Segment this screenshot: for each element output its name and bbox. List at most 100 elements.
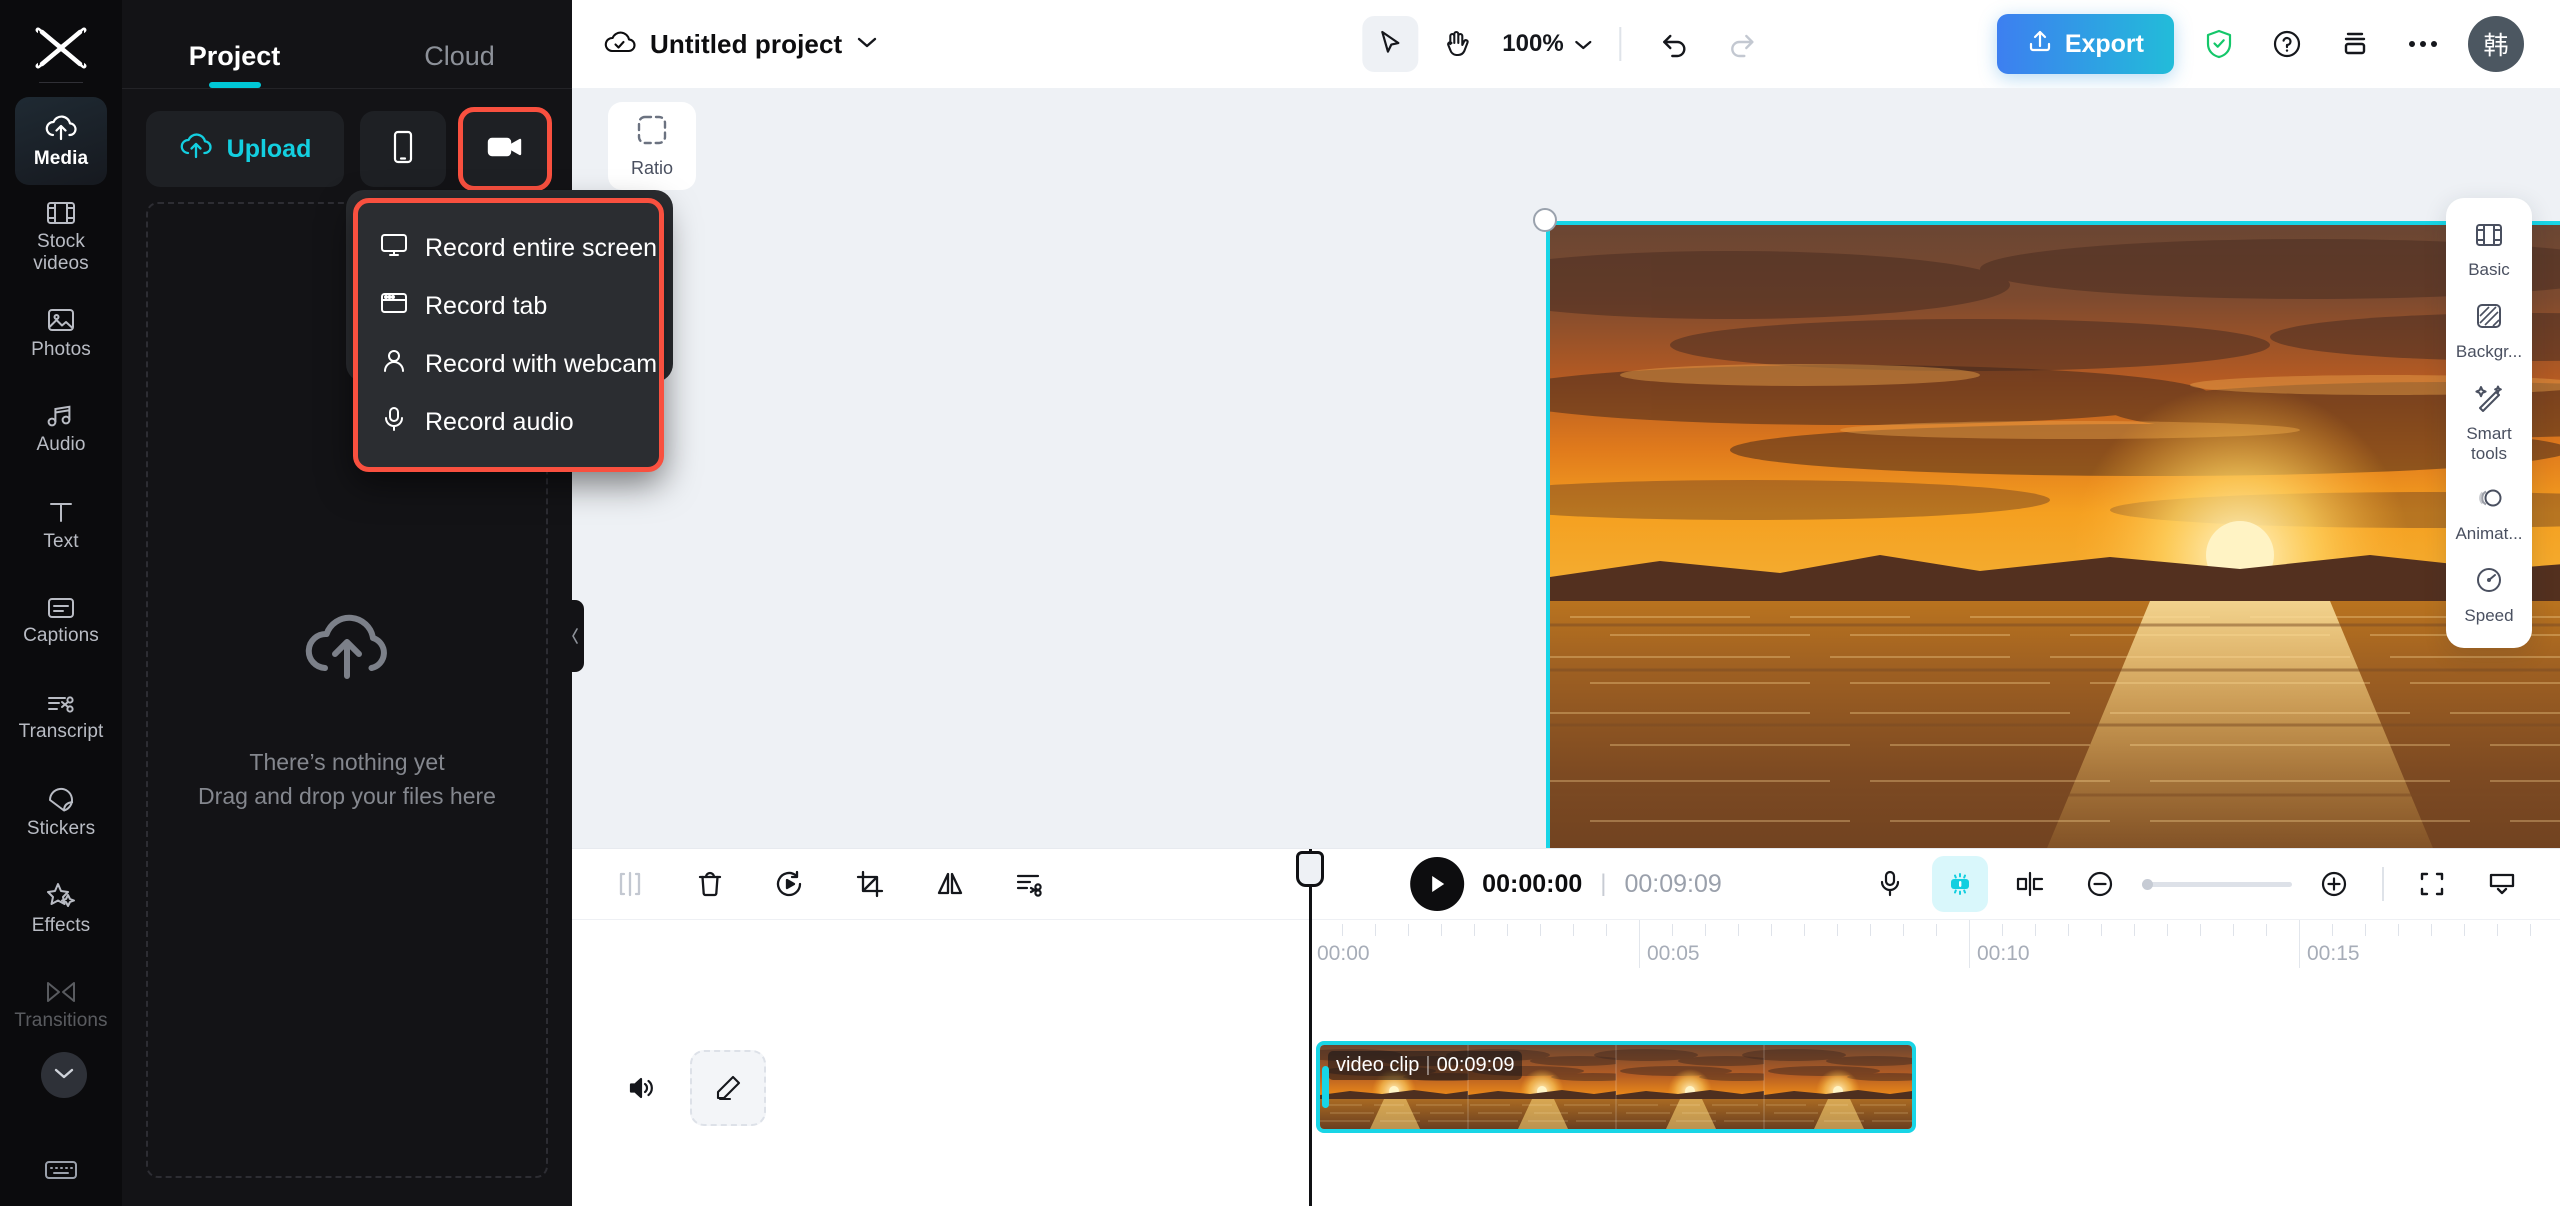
clip-trim-handle-left[interactable] xyxy=(1322,1066,1329,1108)
audio-beat-icon xyxy=(1951,873,1969,895)
expand-rail-button[interactable] xyxy=(41,1052,87,1098)
playhead-handle[interactable] xyxy=(1296,851,1324,887)
right-tool-smart-tools[interactable]: Smart tools xyxy=(2449,374,2529,472)
right-tool-label: Smart tools xyxy=(2466,424,2512,463)
redo-button[interactable] xyxy=(1714,16,1770,72)
sidebar-item-media[interactable]: Media xyxy=(15,97,107,185)
sidebar-item-transcript[interactable]: Transcript xyxy=(15,673,107,761)
dashed-square-icon xyxy=(635,113,669,152)
play-button[interactable] xyxy=(1410,857,1465,911)
right-tool-background[interactable]: Backgr... xyxy=(2449,292,2529,370)
dropzone-title: There’s nothing yet xyxy=(249,748,445,775)
plus-circle-icon xyxy=(2321,871,2347,897)
voiceover-button[interactable] xyxy=(1862,856,1918,912)
track-edit-button[interactable] xyxy=(690,1050,766,1126)
right-tool-speed[interactable]: Speed xyxy=(2449,556,2529,634)
timeline-clip[interactable]: video clip | 00:09:09 xyxy=(1316,1041,1916,1133)
snap-toggle-button[interactable] xyxy=(2002,856,2058,912)
mirror-button[interactable] xyxy=(922,856,978,912)
sidebar-item-stickers[interactable]: Stickers xyxy=(15,769,107,857)
zoom-out-button[interactable] xyxy=(2072,856,2128,912)
timeline-tools-left xyxy=(602,856,1058,912)
redo-icon xyxy=(1731,34,1754,58)
preview-canvas-area: Ratio Basic Backgr... Smart tools Animat… xyxy=(572,88,2560,951)
auto-cut-button[interactable] xyxy=(1002,856,1058,912)
shield-check-button[interactable] xyxy=(2196,21,2242,67)
avatar[interactable]: 韩 xyxy=(2468,16,2524,72)
ratio-button[interactable]: Ratio xyxy=(608,102,696,190)
sidebar-item-audio[interactable]: Audio xyxy=(15,385,107,473)
panel-collapse-handle[interactable] xyxy=(566,600,584,672)
person-icon xyxy=(380,348,408,381)
tab-project[interactable]: Project xyxy=(122,41,347,88)
right-tool-animation[interactable]: Animat... xyxy=(2449,476,2529,552)
menu-item-record-entire-screen[interactable]: Record entire screen xyxy=(358,219,659,277)
sidebar-item-captions[interactable]: Captions xyxy=(15,577,107,665)
sidebar-item-stock-videos[interactable]: Stock videos xyxy=(15,193,107,281)
animation-circles-icon xyxy=(2474,486,2504,517)
zoom-level-selector[interactable]: 100% xyxy=(1502,30,1593,58)
tab-cloud[interactable]: Cloud xyxy=(347,41,572,88)
right-tools-panel: Basic Backgr... Smart tools Animat... Sp… xyxy=(2446,198,2532,648)
right-tool-basic[interactable]: Basic xyxy=(2449,212,2529,288)
playhead[interactable] xyxy=(1296,849,1324,1206)
panel-tab-bar: Project Cloud xyxy=(122,0,572,88)
video-preview-stage[interactable] xyxy=(1533,208,2560,951)
timeline-ruler[interactable]: 00:00 00:05 00:10 00:15 00:20 00:25 xyxy=(572,919,2560,985)
text-t-icon xyxy=(46,498,76,526)
music-notes-icon xyxy=(46,403,76,429)
timeline-tracks: video clip | 00:09:09 xyxy=(572,985,2560,1206)
more-options-button[interactable] xyxy=(2400,21,2446,67)
zoom-slider[interactable] xyxy=(2142,878,2292,890)
preview-video-frame[interactable] xyxy=(1546,221,2560,893)
share-up-icon xyxy=(2027,28,2053,61)
project-title-group[interactable]: Untitled project xyxy=(602,27,878,62)
crop-button[interactable] xyxy=(842,856,898,912)
sidebar-item-text[interactable]: Text xyxy=(15,481,107,569)
top-bar: Untitled project 100% Export 韩 xyxy=(572,0,2560,88)
upload-button[interactable]: Upload xyxy=(146,111,344,187)
import-from-phone-button[interactable] xyxy=(360,111,446,187)
sidebar-item-photos[interactable]: Photos xyxy=(15,289,107,377)
export-button[interactable]: Export xyxy=(1996,14,2174,74)
sidebar-item-effects[interactable]: Effects xyxy=(15,865,107,953)
toolbar-divider xyxy=(1619,27,1622,61)
cursor-arrow-icon xyxy=(1381,30,1400,53)
undo-button[interactable] xyxy=(1648,16,1704,72)
sparkle-star-icon xyxy=(45,882,77,910)
capcut-logo-icon[interactable] xyxy=(31,22,91,74)
sidebar-item-label: Stickers xyxy=(26,817,96,839)
mobile-phone-icon xyxy=(391,130,415,169)
delete-button[interactable] xyxy=(682,856,738,912)
select-tool-button[interactable] xyxy=(1362,16,1419,72)
export-button-label: Export xyxy=(2064,29,2144,58)
split-button[interactable] xyxy=(602,856,658,912)
beat-sync-button[interactable] xyxy=(1932,856,1988,912)
speaker-icon xyxy=(629,1077,653,1099)
keyboard-icon xyxy=(38,1152,84,1188)
hatched-square-icon xyxy=(2475,302,2503,335)
help-button[interactable] xyxy=(2264,21,2310,67)
capcut-editor-window: Media Stock videos Photos Audio Text Cap… xyxy=(0,0,2560,1206)
zoom-in-button[interactable] xyxy=(2306,856,2362,912)
menu-item-record-with-webcam[interactable]: Record with webcam xyxy=(358,335,659,393)
ruler-label: 00:00 xyxy=(1317,942,1370,965)
sidebar-item-label: Text xyxy=(43,530,79,552)
fit-to-screen-button[interactable] xyxy=(2404,856,2460,912)
crop-icon xyxy=(856,870,884,898)
layout-panel-button[interactable] xyxy=(2332,21,2378,67)
captions-icon xyxy=(46,596,76,620)
reverse-button[interactable] xyxy=(762,856,818,912)
menu-item-record-tab[interactable]: Record tab xyxy=(358,277,659,335)
menu-item-record-audio[interactable]: Record audio xyxy=(358,393,659,451)
record-button[interactable] xyxy=(458,107,552,191)
track-volume-button[interactable] xyxy=(618,1065,664,1111)
resize-handle-top-left[interactable] xyxy=(1533,208,1557,232)
chevron-down-icon[interactable] xyxy=(856,35,878,54)
keyboard-shortcuts-button[interactable] xyxy=(0,1152,122,1188)
hand-tool-button[interactable] xyxy=(1428,16,1484,72)
track-view-button[interactable] xyxy=(2474,856,2530,912)
sidebar-item-transitions[interactable]: Transitions xyxy=(14,961,108,1049)
clip-badge-separator: | xyxy=(1425,1054,1431,1076)
menu-item-label: Record tab xyxy=(425,291,548,320)
